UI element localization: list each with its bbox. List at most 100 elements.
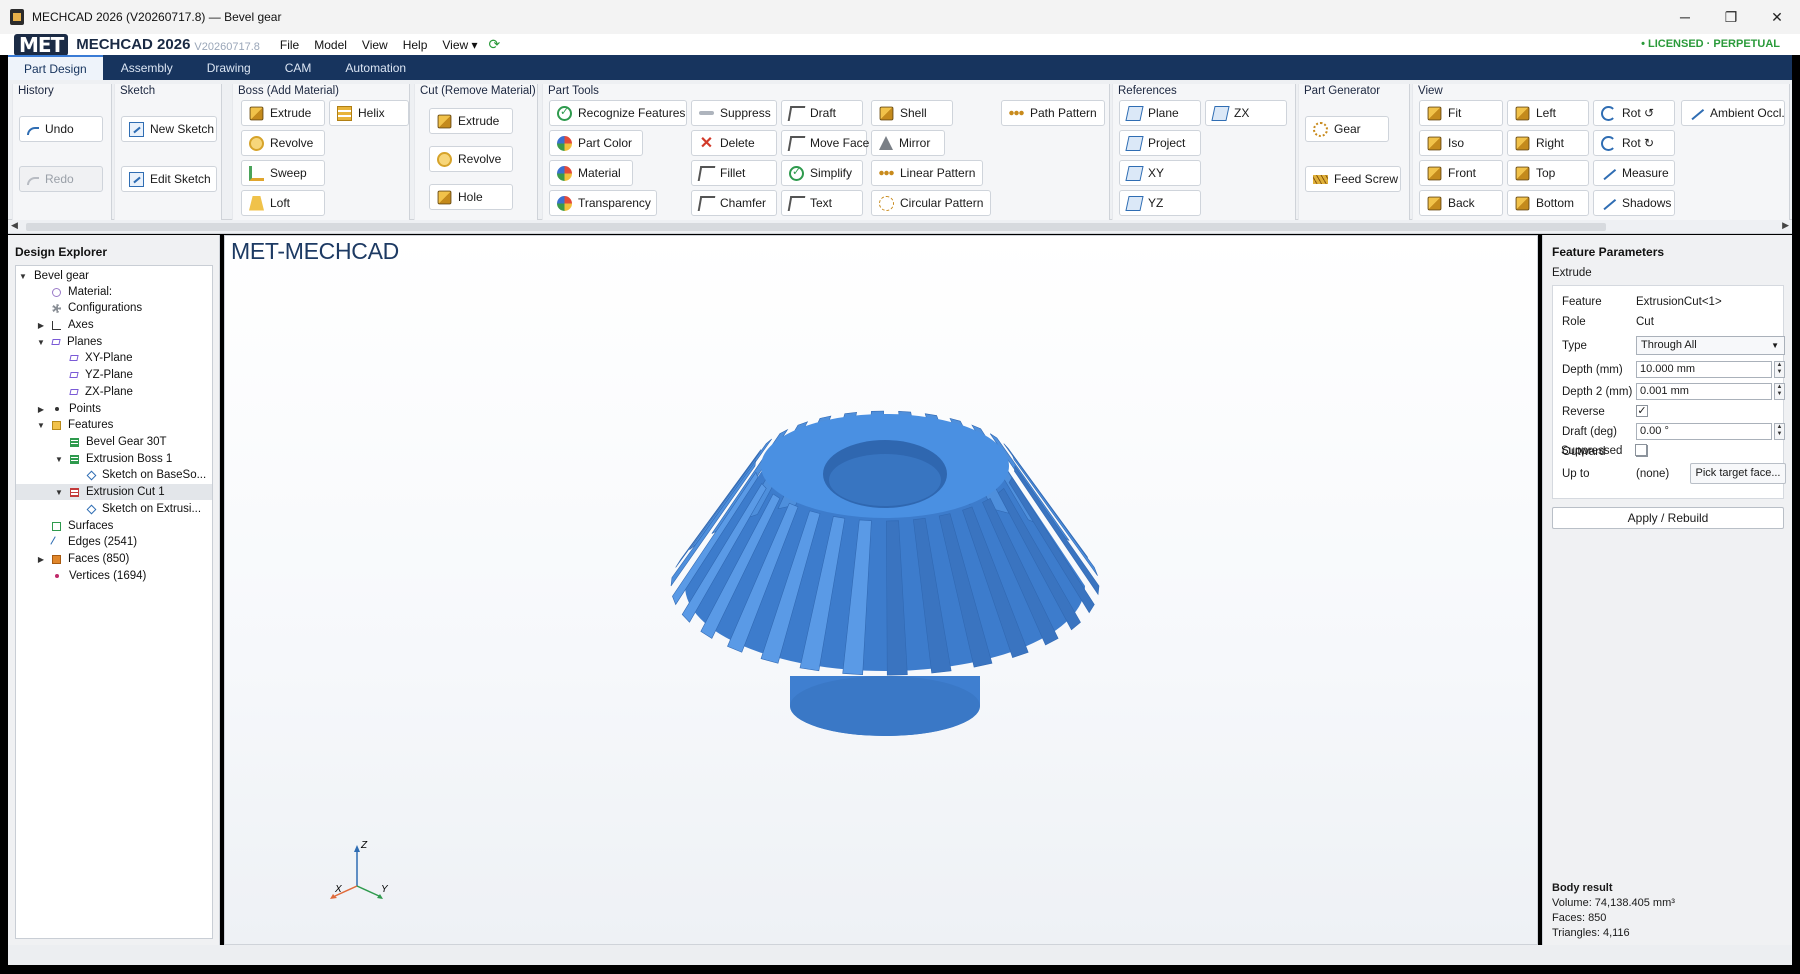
depth2-input[interactable]: 0.001 mm (1636, 383, 1772, 400)
fillet-button[interactable]: Fillet (691, 160, 777, 186)
shell-button[interactable]: Shell (871, 100, 953, 126)
sync-icon[interactable]: ⟳ (489, 36, 501, 53)
reverse-checkbox[interactable]: ✓ (1636, 405, 1648, 417)
depth-input[interactable]: 10.000 mm (1636, 361, 1772, 378)
top-button[interactable]: Top (1507, 160, 1589, 186)
plane-button[interactable]: Plane (1119, 100, 1201, 126)
tab-assembly[interactable]: Assembly (105, 55, 189, 80)
menu-view[interactable]: View (362, 38, 388, 52)
measure-button[interactable]: Measure (1593, 160, 1675, 186)
fit-button[interactable]: Fit (1419, 100, 1503, 126)
xy-button[interactable]: XY (1119, 160, 1201, 186)
apply-rebuild-button[interactable]: Apply / Rebuild (1552, 507, 1784, 529)
maximize-button[interactable]: ❐ (1708, 0, 1754, 34)
project-button[interactable]: Project (1119, 130, 1201, 156)
expand-icon[interactable]: ▼ (54, 488, 64, 497)
path-pattern-button[interactable]: Path Pattern (1001, 100, 1105, 126)
tree-node-edges[interactable]: Edges (2541) (36, 534, 137, 550)
expand-icon[interactable]: ▶ (36, 555, 46, 564)
expand-icon[interactable]: ▼ (18, 272, 28, 281)
menu-file[interactable]: File (280, 38, 299, 52)
depth2-spinner[interactable]: ▲ ▼ (1774, 383, 1785, 400)
ribbon-scrollbar[interactable]: ◀ ▶ (8, 220, 1792, 234)
bevel-gear-model[interactable] (645, 406, 1125, 786)
menu-model[interactable]: Model (314, 38, 347, 52)
draft-button[interactable]: Draft (781, 100, 863, 126)
draft-spinner[interactable]: ▲ ▼ (1774, 423, 1785, 440)
tree-node-xy-plane[interactable]: XY-Plane (54, 350, 133, 366)
linear-pattern-button[interactable]: Linear Pattern (871, 160, 983, 186)
close-button[interactable]: ✕ (1754, 0, 1800, 34)
rotate-cw-button[interactable]: Rot ↻ (1593, 130, 1675, 156)
recognize-features-button[interactable]: Recognize Features (549, 100, 687, 126)
type-select[interactable]: Through All ▼ (1636, 336, 1785, 355)
chamfer-button[interactable]: Chamfer (691, 190, 777, 216)
shadows-button[interactable]: Shadows (1593, 190, 1675, 216)
tree-node-zx-plane[interactable]: ZX-Plane (54, 384, 133, 400)
mirror-button[interactable]: Mirror (871, 130, 945, 156)
pick-target-face-button[interactable]: Pick target face... (1690, 463, 1786, 484)
undo-button[interactable]: Undo (19, 116, 103, 142)
draft-input[interactable]: 0.00 ° (1636, 423, 1772, 440)
tree-node-sketch-extrusion[interactable]: Sketch on Extrusi... (72, 501, 201, 517)
circular-pattern-button[interactable]: Circular Pattern (871, 190, 991, 216)
cut-revolve-button[interactable]: Revolve (429, 146, 513, 172)
tree-node-bevel-gear[interactable]: Bevel Gear 30T (54, 434, 167, 450)
tab-drawing[interactable]: Drawing (191, 55, 267, 80)
suppress-button[interactable]: Suppress (691, 100, 777, 126)
text-button[interactable]: Text (781, 190, 863, 216)
boss-revolve-button[interactable]: Revolve (241, 130, 325, 156)
feed-screw-button[interactable]: Feed Screw (1305, 166, 1401, 192)
redo-button[interactable]: Redo (19, 166, 103, 192)
scroll-right-icon[interactable]: ▶ (1782, 220, 1789, 231)
tree-node-axes[interactable]: ▶ Axes (36, 317, 94, 333)
expand-icon[interactable]: ▼ (54, 455, 64, 464)
zx-button[interactable]: ZX (1205, 100, 1287, 126)
tree-node-root[interactable]: ▼ Bevel gear (18, 268, 89, 284)
part-color-button[interactable]: Part Color (549, 130, 643, 156)
tree-node-vertices[interactable]: Vertices (1694) (36, 568, 146, 584)
menu-view-dropdown[interactable]: View ▾ (442, 38, 477, 52)
helix-button[interactable]: Helix (329, 100, 409, 126)
tree-node-extrusion-cut[interactable]: ▼ Extrusion Cut 1 (16, 484, 212, 500)
bottom-button[interactable]: Bottom (1507, 190, 1589, 216)
simplify-button[interactable]: Simplify (781, 160, 863, 186)
depth-spinner[interactable]: ▲ ▼ (1774, 361, 1785, 378)
new-sketch-button[interactable]: New Sketch (121, 116, 217, 142)
expand-icon[interactable]: ▼ (36, 338, 46, 347)
ambient-occlusion-button[interactable]: Ambient Occl. (1681, 100, 1785, 126)
hole-button[interactable]: Hole (429, 184, 513, 210)
tree-node-material[interactable]: Material: (36, 284, 112, 300)
back-button[interactable]: Back (1419, 190, 1503, 216)
expand-icon[interactable]: ▶ (36, 405, 46, 414)
tree-node-sketch-base[interactable]: Sketch on BaseSo... (72, 467, 206, 483)
tab-cam[interactable]: CAM (269, 55, 328, 80)
tree-node-points[interactable]: ▶ Points (36, 401, 101, 417)
delete-button[interactable]: ✕ Delete (691, 130, 777, 156)
cut-extrude-button[interactable]: Extrude (429, 108, 513, 134)
iso-button[interactable]: Iso (1419, 130, 1503, 156)
sweep-button[interactable]: Sweep (241, 160, 325, 186)
tree-node-yz-plane[interactable]: YZ-Plane (54, 367, 133, 383)
tree-node-extrusion-boss[interactable]: ▼ Extrusion Boss 1 (54, 451, 172, 467)
menu-help[interactable]: Help (403, 38, 428, 52)
boss-extrude-button[interactable]: Extrude (241, 100, 325, 126)
edit-sketch-button[interactable]: Edit Sketch (121, 166, 217, 192)
tree-node-features[interactable]: ▼ Features (36, 417, 113, 433)
gear-button[interactable]: Gear (1305, 116, 1389, 142)
transparency-button[interactable]: Transparency (549, 190, 657, 216)
tab-automation[interactable]: Automation (329, 55, 422, 80)
tree-node-configurations[interactable]: Configurations (36, 300, 142, 316)
material-button[interactable]: Material (549, 160, 633, 186)
expand-icon[interactable]: ▼ (36, 421, 46, 430)
tree-node-surfaces[interactable]: Surfaces (36, 518, 113, 534)
tab-part-design[interactable]: Part Design (8, 55, 103, 80)
right-button[interactable]: Right (1507, 130, 1589, 156)
move-face-button[interactable]: Move Face (781, 130, 869, 156)
front-button[interactable]: Front (1419, 160, 1503, 186)
scrollbar-thumb[interactable] (26, 223, 1606, 231)
yz-button[interactable]: YZ (1119, 190, 1201, 216)
tree-node-faces[interactable]: ▶ Faces (850) (36, 551, 129, 567)
scroll-left-icon[interactable]: ◀ (11, 220, 18, 231)
expand-icon[interactable]: ▶ (36, 321, 46, 330)
